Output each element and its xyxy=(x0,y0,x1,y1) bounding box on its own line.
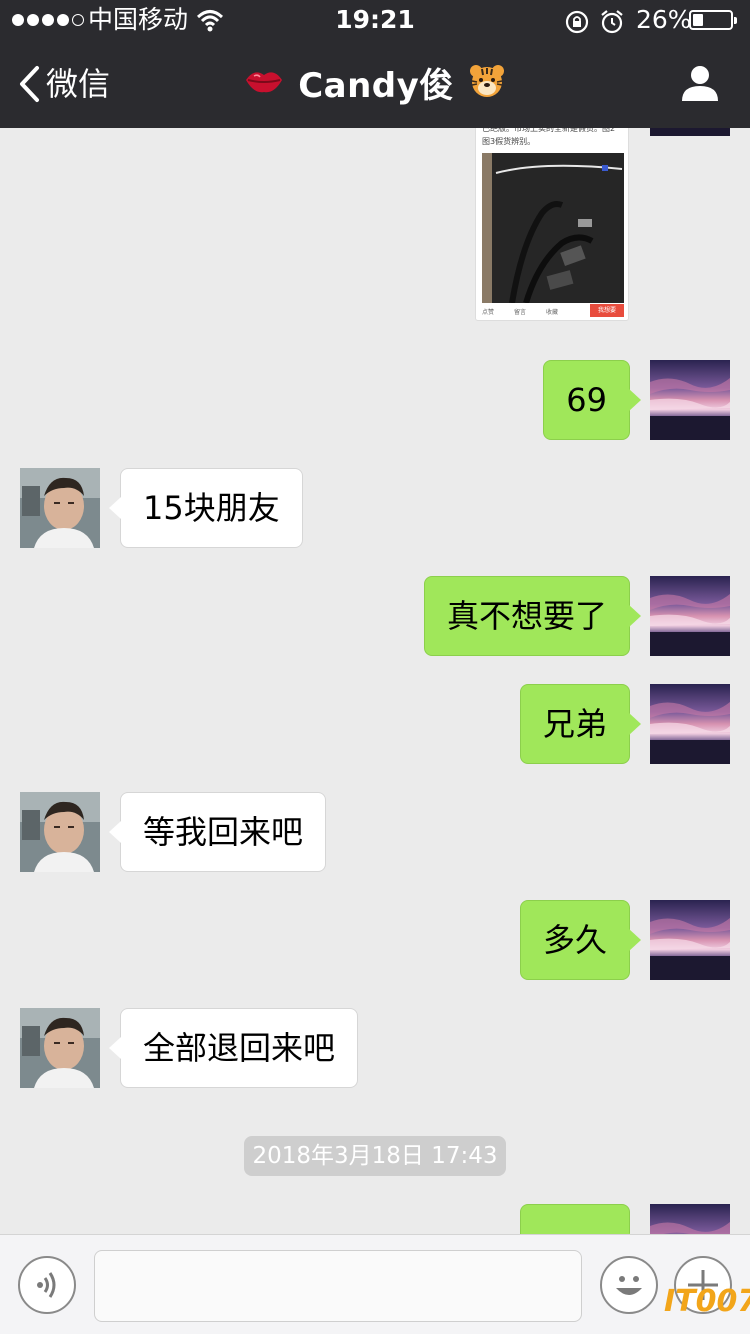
message-bubble[interactable]: 兄弟 xyxy=(519,684,642,764)
product-photo xyxy=(482,153,624,304)
message-bubble[interactable]: 等我回来吧 xyxy=(108,792,327,872)
favorite-label: 收藏 xyxy=(546,309,559,316)
profile-icon[interactable] xyxy=(680,64,720,106)
watermark-logo: IT007 xyxy=(664,1284,750,1319)
message-bubble[interactable]: 真不想要了 xyxy=(423,576,642,656)
chat-title: Candy俊 xyxy=(298,66,454,106)
lips-icon xyxy=(244,66,284,100)
battery-percent: 26% xyxy=(636,5,692,34)
message-bubble[interactable]: 多久 xyxy=(519,900,642,980)
avatar[interactable] xyxy=(20,468,100,548)
want-button[interactable]: 我想要 xyxy=(590,304,624,317)
voice-button[interactable] xyxy=(18,1256,76,1314)
timestamp-badge: 2018年3月18日 17:43 xyxy=(244,1136,506,1176)
avatar[interactable] xyxy=(650,900,730,980)
avatar[interactable] xyxy=(20,1008,100,1088)
avatar[interactable] xyxy=(650,576,730,656)
message-bubble[interactable]: 全部退回来吧 xyxy=(108,1008,359,1088)
battery-icon xyxy=(689,10,737,30)
emoji-button[interactable] xyxy=(600,1256,658,1314)
navigation-bar: 微信 Candy俊 xyxy=(0,40,750,128)
avatar[interactable] xyxy=(650,360,730,440)
message-input[interactable] xyxy=(94,1250,582,1322)
message-bubble[interactable]: 好吧 xyxy=(519,1204,642,1234)
message-bubble[interactable]: 15块朋友 xyxy=(109,468,303,548)
tiger-face-icon xyxy=(468,63,506,103)
input-bar xyxy=(0,1234,750,1334)
avatar[interactable] xyxy=(650,128,730,136)
emoji-icon xyxy=(616,1276,642,1295)
image-message[interactable]: 已绝版。市场上卖的全新是假货。图2图3假货辨别。 点赞 留言 收藏 我想要 xyxy=(475,128,629,321)
message-bubble[interactable]: 69 xyxy=(543,360,641,440)
like-label: 点赞 xyxy=(482,309,495,316)
avatar[interactable] xyxy=(650,684,730,764)
voice-icon xyxy=(37,1272,56,1298)
avatar[interactable] xyxy=(650,1204,730,1234)
top-bar: 中国移动 19:21 26% 微信 Candy俊 xyxy=(0,0,750,128)
chat-area[interactable]: 已绝版。市场上卖的全新是假货。图2图3假货辨别。 点赞 留言 收藏 我想要 69… xyxy=(0,128,750,1234)
avatar[interactable] xyxy=(20,792,100,872)
status-bar: 中国移动 19:21 26% xyxy=(0,0,750,40)
image-caption: 已绝版。市场上卖的全新是假货。图2图3假货辨别。 xyxy=(482,128,616,146)
comment-label: 留言 xyxy=(514,309,527,316)
